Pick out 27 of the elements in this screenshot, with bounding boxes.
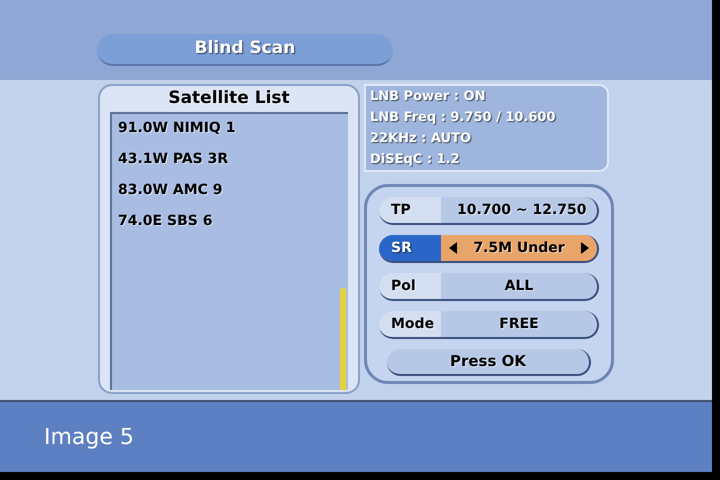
press-ok-button[interactable]: Press OK: [387, 349, 591, 376]
setting-value: 7.5M Under: [473, 238, 565, 258]
lnb-info-line: LNB Power : ON: [370, 88, 486, 106]
satellite-item[interactable]: 43.1W PAS 3R: [118, 148, 348, 170]
setting-row[interactable]: Mode FREE: [379, 311, 599, 339]
setting-row[interactable]: Pol ALL: [379, 273, 599, 301]
setting-label: Mode: [379, 311, 441, 337]
screen-title: Blind Scan: [194, 37, 296, 60]
setting-label: Pol: [379, 273, 441, 299]
scrollbar-thumb[interactable]: [340, 288, 346, 390]
setting-row[interactable]: TP 10.700 ~ 12.750: [379, 197, 599, 225]
satellite-item[interactable]: 74.0E SBS 6: [118, 210, 348, 232]
satellite-item[interactable]: 91.0W NIMIQ 1: [118, 118, 348, 138]
setting-value: FREE: [499, 314, 539, 334]
right-arrow-icon[interactable]: [581, 242, 589, 254]
satellite-list-heading: Satellite List: [168, 87, 290, 110]
lnb-info-line: LNB Freq : 9.750 / 10.600: [370, 109, 557, 127]
lnb-info-line: DiSEqC : 1.2: [370, 151, 461, 169]
image-caption: Image 5: [44, 424, 134, 452]
setting-row[interactable]: SR 7.5M Under: [379, 235, 599, 263]
satellite-item[interactable]: 83.0W AMC 9: [118, 180, 348, 200]
left-arrow-icon[interactable]: [449, 242, 457, 254]
lnb-info-line: 22KHz : AUTO: [370, 130, 472, 148]
setting-label: TP: [379, 197, 441, 223]
setting-value: ALL: [504, 276, 534, 296]
setting-value: 10.700 ~ 12.750: [457, 200, 587, 220]
setting-label: SR: [379, 235, 441, 261]
